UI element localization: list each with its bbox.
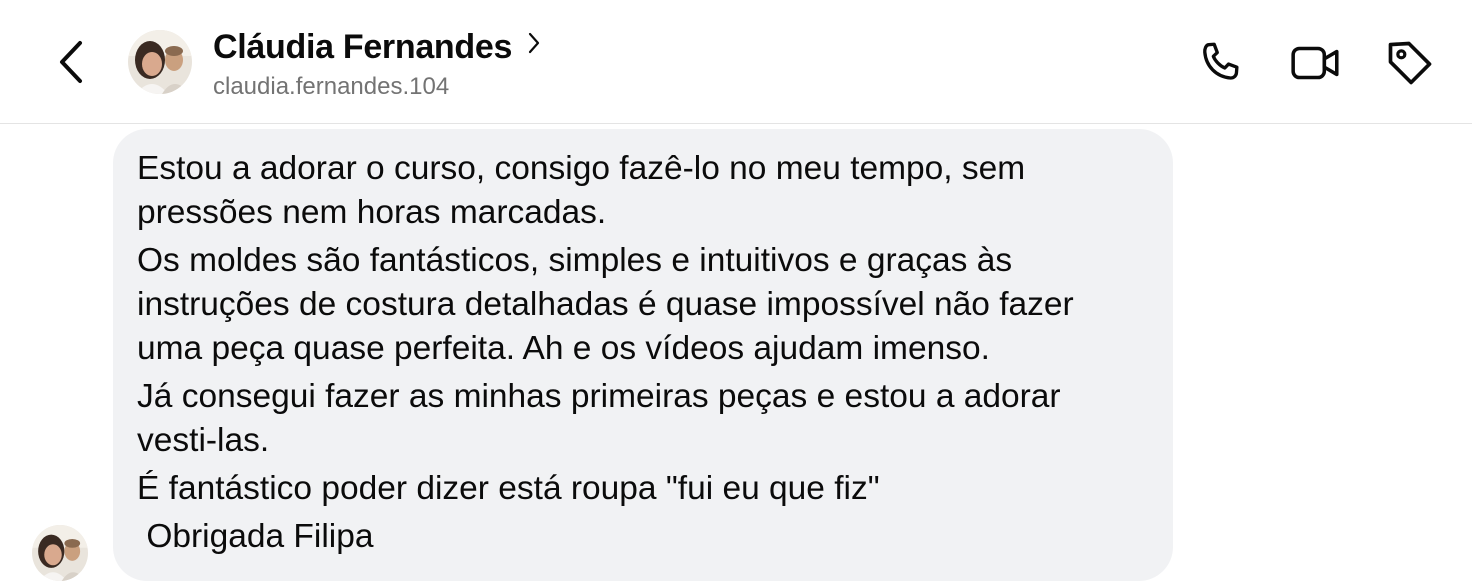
contact-avatar[interactable] xyxy=(128,30,192,94)
back-button[interactable] xyxy=(46,36,96,88)
chevron-right-icon xyxy=(528,32,539,54)
tag-icon xyxy=(1388,41,1432,85)
tag-button[interactable] xyxy=(1383,36,1437,90)
message-paragraph: Já consegui fazer as minhas primeiras pe… xyxy=(137,378,1061,459)
contact-handle: claudia.fernandes.104 xyxy=(213,73,450,100)
chevron-left-icon xyxy=(60,41,82,83)
chat-header: Cláudia Fernandes claudia.fernandes.104 xyxy=(0,0,1472,124)
message-bubble[interactable]: Estou a adorar o curso, consigo fazê-lo … xyxy=(113,129,1173,581)
voice-call-button[interactable] xyxy=(1193,36,1247,90)
phone-icon xyxy=(1203,42,1239,80)
message-paragraph: Estou a adorar o curso, consigo fazê-lo … xyxy=(137,150,1026,231)
message-paragraph: Obrigada Filipa xyxy=(137,518,374,555)
avatar-photo xyxy=(32,525,88,581)
contact-name: Cláudia Fernandes xyxy=(213,28,513,66)
contact-title[interactable]: Cláudia Fernandes claudia.fernandes.104 xyxy=(213,26,541,102)
video-call-button[interactable] xyxy=(1289,36,1343,90)
message-paragraph: É fantástico poder dizer está roupa "fui… xyxy=(137,470,880,507)
message-paragraph: Os moldes são fantásticos, simples e int… xyxy=(137,242,1074,367)
sender-avatar[interactable] xyxy=(32,525,88,581)
video-camera-icon xyxy=(1291,46,1339,80)
avatar-photo xyxy=(128,30,192,94)
